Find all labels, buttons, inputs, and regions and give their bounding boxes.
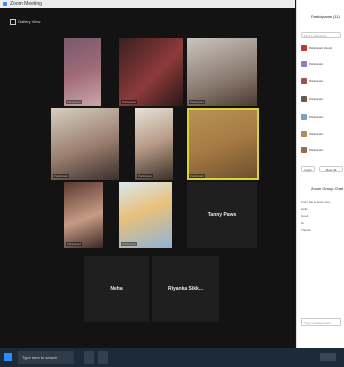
chat-message: Hello	[301, 207, 308, 211]
participants-title: Participants (11)	[311, 14, 340, 19]
avatar	[301, 61, 307, 68]
participant-item[interactable]: Participant	[301, 146, 343, 154]
chat-input[interactable]: Type message here...	[301, 318, 341, 326]
video-tile[interactable]: Participant	[187, 38, 257, 106]
participant-item[interactable]: Participant (Host)	[301, 44, 343, 52]
chat-message: Hi	[301, 221, 304, 225]
window-title: Zoom Meeting	[10, 1, 42, 7]
system-tray[interactable]	[320, 353, 336, 361]
avatar	[301, 78, 307, 85]
windows-start-icon[interactable]	[4, 353, 12, 361]
participant-item[interactable]: Participant	[301, 130, 343, 138]
invite-button[interactable]: Invite	[301, 166, 315, 172]
avatar	[301, 114, 307, 121]
participant-item[interactable]: Participant	[301, 77, 343, 85]
grid-icon	[10, 19, 16, 25]
windows-taskbar: Type here to search	[0, 348, 344, 367]
chat-title: Zoom Group Chat	[311, 186, 344, 191]
chat-message: Thanks	[301, 228, 311, 232]
participant-item[interactable]: Participant	[301, 113, 343, 121]
avatar	[301, 45, 307, 52]
taskbar-app-icon[interactable]	[98, 351, 108, 364]
participant-name: Tanny Paws	[207, 212, 237, 218]
video-tile[interactable]: Participant	[119, 182, 172, 248]
taskbar-app-icon[interactable]	[84, 351, 94, 364]
participant-search-input[interactable]: Find a participant	[301, 32, 341, 38]
mute-all-button[interactable]: Mute All	[319, 166, 343, 172]
gallery-view-button[interactable]: Gallery View	[10, 19, 40, 25]
participant-name: Participant	[121, 100, 138, 104]
avatar	[301, 96, 307, 103]
participant-name: Participant	[137, 174, 154, 178]
taskbar-search-input[interactable]: Type here to search	[18, 351, 74, 364]
participant-name: Riyanka Sikk...	[167, 286, 204, 292]
participant-name: Participant	[189, 174, 206, 178]
participant-name: Neha	[110, 286, 123, 292]
participant-name: Participant	[121, 242, 138, 246]
participant-item[interactable]: Participant	[301, 60, 343, 68]
video-tile[interactable]: Participant	[135, 108, 173, 180]
zoom-logo-icon	[3, 2, 7, 6]
chat-message: Good	[301, 214, 309, 218]
participant-name: Participant	[66, 242, 83, 246]
chat-message: From Me to Everyone:	[301, 200, 331, 204]
video-tile[interactable]: Participant	[51, 108, 119, 180]
video-tile-camera-off[interactable]: Neha	[84, 256, 149, 322]
avatar	[301, 147, 307, 154]
avatar	[301, 131, 307, 138]
participant-item[interactable]: Participant	[301, 95, 343, 103]
participant-name: Participant	[66, 100, 83, 104]
video-tile[interactable]: Participant	[64, 182, 103, 248]
video-tile-camera-off[interactable]: Tanny Paws	[187, 182, 257, 248]
video-tile-active-speaker[interactable]: Participant	[187, 108, 259, 180]
video-tile[interactable]: Participant	[119, 38, 183, 106]
participants-actions: Invite Mute All	[301, 166, 343, 172]
participants-panel: Participants (11) Find a participant Par…	[296, 0, 344, 348]
title-bar: Zoom Meeting	[0, 0, 295, 8]
participant-name: Participant	[53, 174, 70, 178]
participant-name: Participant	[189, 100, 206, 104]
video-tile-camera-off[interactable]: Riyanka Sikk...	[152, 256, 219, 322]
video-tile[interactable]: Participant	[64, 38, 101, 106]
